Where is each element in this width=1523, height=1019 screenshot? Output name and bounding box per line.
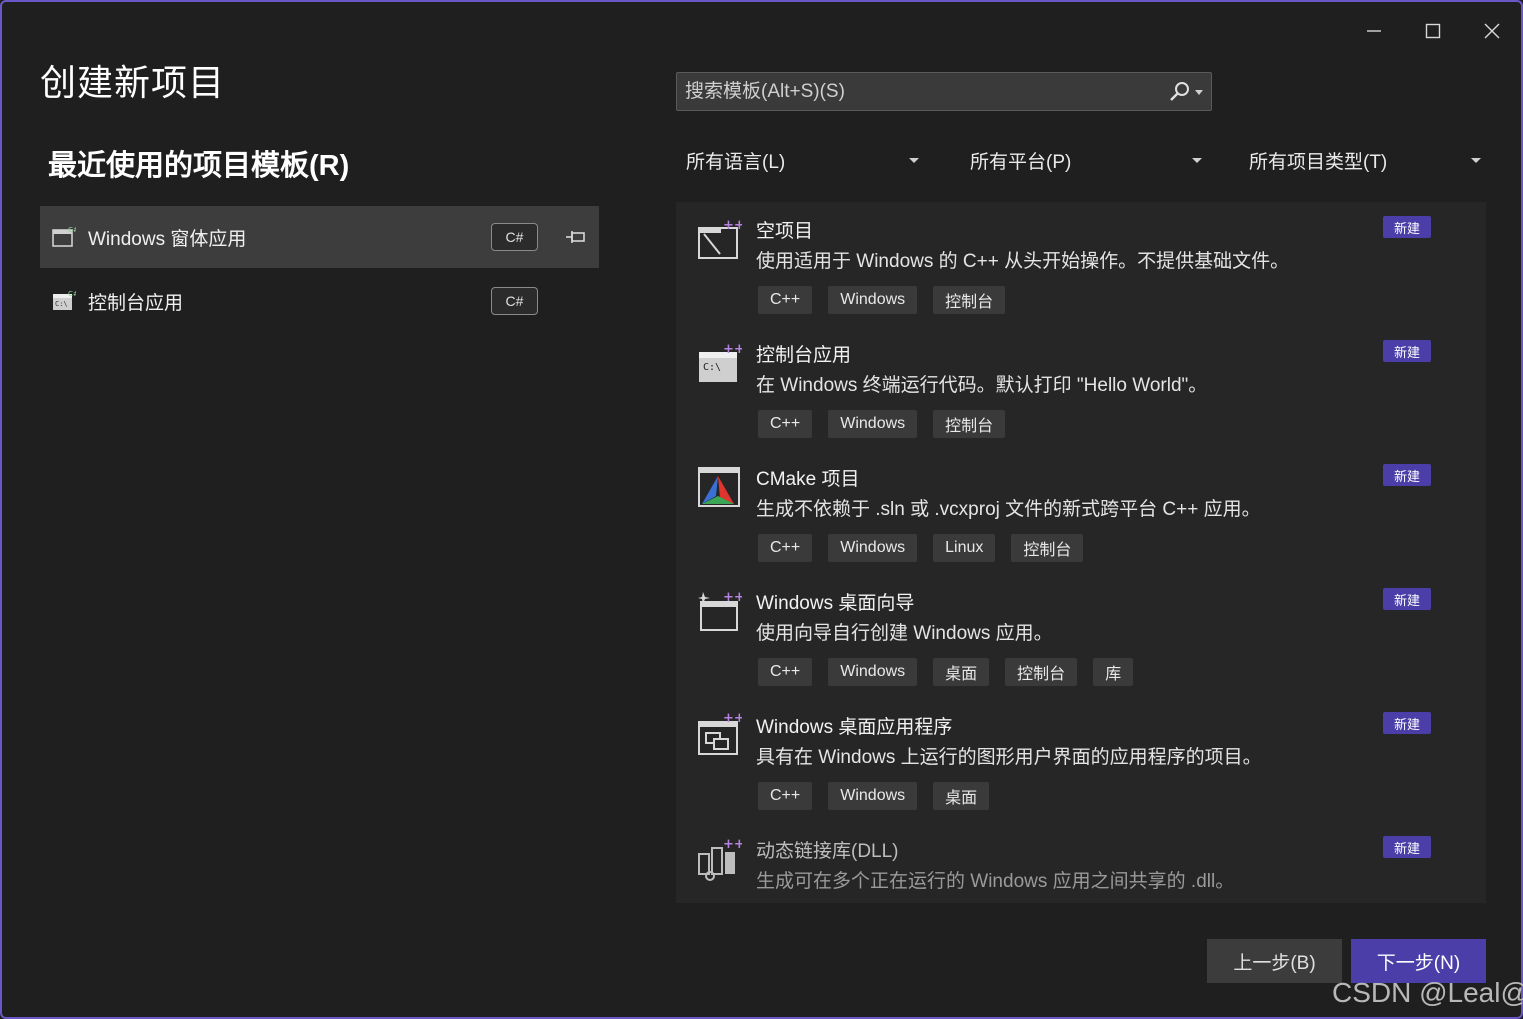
svg-text:++: ++ [723,712,742,726]
template-description: 生成不依赖于 .sln 或 .vcxproj 文件的新式跨平台 C++ 应用。 [756,499,1261,520]
svg-text:++: ++ [723,590,742,605]
template-cmake-project[interactable]: CMake 项目 生成不依赖于 .sln 或 .vcxproj 文件的新式跨平台… [676,450,1486,574]
tag: Windows [828,658,918,686]
tag: 控制台 [1011,534,1084,562]
recent-item-label: Windows 窗体应用 [88,228,247,250]
dll-icon: ++ [698,837,742,881]
platform-filter[interactable]: 所有平台(P) [970,140,1202,180]
desktop-app-icon: ++ [698,712,742,755]
pin-icon[interactable] [564,227,588,247]
platform-filter-label: 所有平台(P) [970,151,1072,173]
new-badge: 新建 [1383,712,1431,734]
tag: C++ [758,410,813,438]
new-badge: 新建 [1383,216,1431,238]
template-description: 生成可在多个正在运行的 Windows 应用之间共享的 .dll。 [756,871,1235,892]
minimize-button[interactable] [1354,14,1394,48]
tag: C++ [758,658,813,686]
svg-text:++: ++ [723,342,742,357]
new-badge: 新建 [1383,464,1431,486]
tag: 控制台 [933,410,1006,438]
empty-project-icon: ++ [698,218,742,259]
console-app-icon: C:\ ++ [699,342,742,382]
svg-text:C:\: C:\ [703,362,721,373]
tag: 控制台 [933,286,1006,314]
tag: Linux [933,534,996,562]
template-desktop-app[interactable]: ++ Windows 桌面应用程序 具有在 Windows 上运行的图形用户界面… [676,698,1486,822]
template-tags: C++ Windows Linux 控制台 [758,534,1084,562]
tag: 控制台 [1005,658,1078,686]
windows-forms-icon: C# [52,226,76,247]
tag: Windows [828,286,918,314]
new-badge: 新建 [1383,340,1431,362]
tag: Windows [828,534,918,562]
close-button[interactable] [1472,14,1512,48]
desktop-wizard-icon: ++ [698,590,742,631]
tag: 桌面 [933,782,990,810]
new-badge: 新建 [1383,588,1431,610]
svg-text:C:\: C:\ [55,300,68,308]
template-name: Windows 桌面向导 [756,593,915,614]
svg-text:C#: C# [68,226,76,234]
tag: C++ [758,286,813,314]
cmake-icon [698,467,740,507]
search-input[interactable] [685,73,1155,110]
template-empty-project[interactable]: ++ 空项目 使用适用于 Windows 的 C++ 从头开始操作。不提供基础文… [676,202,1486,326]
template-list: ++ 空项目 使用适用于 Windows 的 C++ 从头开始操作。不提供基础文… [676,202,1486,903]
recent-templates-title: 最近使用的项目模板(R) [48,150,350,182]
recent-item-windows-forms[interactable]: C# Windows 窗体应用 C# [40,206,599,268]
template-description: 具有在 Windows 上运行的图形用户界面的应用程序的项目。 [756,747,1262,768]
search-box[interactable] [676,72,1212,111]
back-button[interactable]: 上一步(B) [1207,939,1342,983]
template-tags: C++ Windows 桌面 控制台 库 [758,658,1134,686]
recent-item-console-app[interactable]: C:\ C# 控制台应用 C# [40,270,599,332]
project-type-filter-label: 所有项目类型(T) [1249,151,1388,173]
new-badge: 新建 [1383,836,1431,858]
maximize-icon [1425,23,1441,39]
tag: 库 [1093,658,1134,686]
minimize-icon [1367,30,1381,32]
chevron-down-icon[interactable] [1195,90,1203,95]
svg-text:C#: C# [68,290,76,298]
project-type-filter[interactable]: 所有项目类型(T) [1249,140,1481,180]
language-tag: C# [491,223,538,251]
template-dll[interactable]: ++ 动态链接库(DLL) 生成可在多个正在运行的 Windows 应用之间共享… [676,822,1486,903]
tag: C++ [758,782,813,810]
recent-item-label: 控制台应用 [88,292,184,314]
template-tags: C++ Windows 控制台 [758,410,1006,438]
template-description: 在 Windows 终端运行代码。默认打印 "Hello World"。 [756,375,1208,396]
template-name: Windows 桌面应用程序 [756,717,953,738]
tag: 桌面 [933,658,990,686]
search-icon[interactable] [1169,81,1191,103]
chevron-down-icon [909,158,919,163]
template-description: 使用向导自行创建 Windows 应用。 [756,623,1053,644]
chevron-down-icon [1192,158,1202,163]
template-desktop-wizard[interactable]: ++ Windows 桌面向导 使用向导自行创建 Windows 应用。 新建 … [676,574,1486,698]
close-icon [1484,23,1500,39]
template-name: CMake 项目 [756,469,860,490]
watermark: CSDN @Leal@ [1332,977,1523,1008]
template-name: 动态链接库(DLL) [756,841,899,862]
maximize-button[interactable] [1413,14,1453,48]
page-title: 创建新项目 [40,62,226,103]
svg-text:++: ++ [723,837,742,852]
chevron-down-icon [1471,158,1481,163]
tag: Windows [828,410,918,438]
template-tags: C++ Windows 控制台 [758,286,1006,314]
create-project-window: 创建新项目 最近使用的项目模板(R) C# Windows 窗体应用 C# C:… [0,0,1523,1019]
template-name: 控制台应用 [756,345,852,366]
language-tag: C# [491,287,538,315]
template-description: 使用适用于 Windows 的 C++ 从头开始操作。不提供基础文件。 [756,251,1290,272]
template-tags: C++ Windows 桌面 [758,782,990,810]
language-filter[interactable]: 所有语言(L) [686,140,919,180]
tag: C++ [758,534,813,562]
template-console-app[interactable]: C:\ ++ 控制台应用 在 Windows 终端运行代码。默认打印 "Hell… [676,326,1486,450]
console-app-icon: C:\ C# [53,290,76,310]
template-name: 空项目 [756,221,814,242]
tag: Windows [828,782,918,810]
language-filter-label: 所有语言(L) [686,151,786,173]
svg-text:++: ++ [723,218,742,233]
